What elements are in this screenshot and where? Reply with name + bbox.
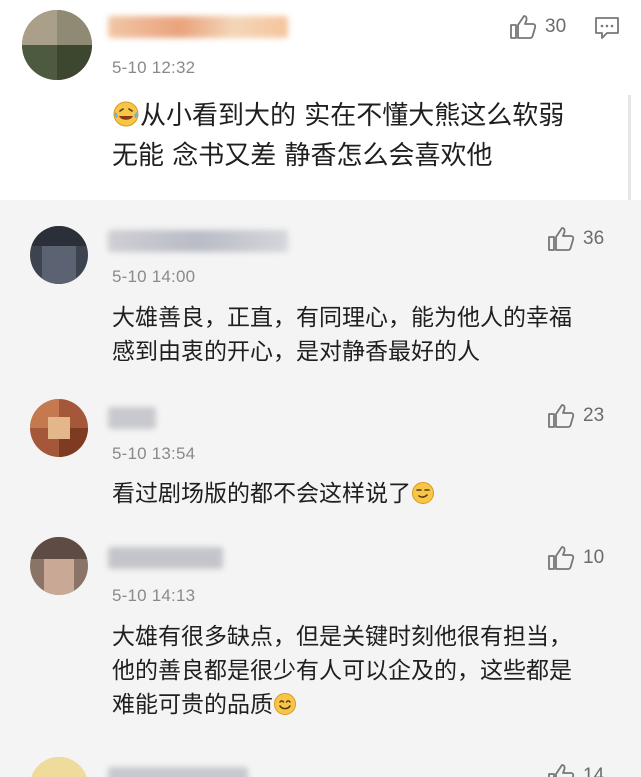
like-button[interactable]: 36 — [547, 226, 604, 252]
avatar[interactable] — [22, 10, 92, 80]
reply-item: 5-10 14:13 10 大雄有很多缺点，但是关键时刻他很有担当， 他的善良都… — [0, 525, 641, 740]
reply-line: 大雄有很多缺点，但是关键时刻他很有担当， — [112, 624, 572, 650]
comment-text: 从小看到大的 实在不懂大熊这么软弱 无能 念书又差 静香怎么会喜欢他 — [112, 96, 617, 176]
laughing-tears-icon — [113, 101, 139, 127]
reply-timestamp: 5-10 14:00 — [112, 267, 196, 286]
comment-line-2: 无能 念书又差 静香怎么会喜欢他 — [112, 141, 493, 171]
thumbs-up-icon — [548, 404, 575, 428]
comment-timestamp: 5-10 12:32 — [112, 58, 196, 77]
reply-timestamp: 5-10 13:54 — [112, 444, 196, 463]
reply-text: 看过剧场版的都不会这样说了 — [112, 477, 622, 511]
smile-icon — [274, 693, 296, 715]
smirk-icon — [412, 482, 434, 504]
like-count: 30 — [545, 16, 567, 37]
username-blurred[interactable] — [108, 230, 288, 252]
like-count: 14 — [583, 765, 605, 777]
reply-item: 14 — [0, 743, 641, 777]
avatar[interactable] — [30, 537, 88, 595]
reply-text: 大雄有很多缺点，但是关键时刻他很有担当， 他的善良都是很少有人可以企及的，这些都… — [112, 620, 622, 722]
like-button[interactable]: 30 — [509, 14, 566, 40]
reply-line: 感到由衷的开心，是对静香最好的人 — [112, 339, 480, 365]
reply-line-last: 难能可贵的品质 — [112, 688, 622, 722]
avatar[interactable] — [30, 226, 88, 284]
reply-line: 看过剧场版的都不会这样说了 — [112, 481, 411, 507]
like-count: 10 — [583, 547, 605, 568]
reply-text: 大雄善良，正直，有同理心，能为他人的幸福 感到由衷的开心，是对静香最好的人 — [112, 301, 622, 369]
avatar[interactable] — [30, 399, 88, 457]
like-button[interactable]: 23 — [547, 403, 604, 429]
username-blurred[interactable] — [108, 547, 223, 569]
main-comment: 5-10 12:32 30 从小看到大的 实在不懂大熊这么软弱 无能 念书又差 … — [0, 0, 641, 345]
username-blurred[interactable] — [108, 767, 248, 777]
thumbs-up-icon — [548, 764, 575, 777]
thumbs-up-icon — [510, 15, 537, 39]
username-blurred[interactable] — [108, 16, 288, 38]
comment-line: 从小看到大的 实在不懂大熊这么软弱 — [112, 96, 617, 136]
reply-button[interactable] — [594, 16, 620, 44]
like-count: 36 — [583, 228, 605, 249]
comment-line-1: 从小看到大的 实在不懂大熊这么软弱 — [140, 101, 565, 131]
reply-line: 大雄善良，正直，有同理心，能为他人的幸福 — [112, 305, 572, 331]
like-button[interactable]: 14 — [547, 763, 604, 777]
thumbs-up-icon — [548, 546, 575, 570]
username-blurred[interactable] — [108, 407, 156, 429]
avatar[interactable] — [30, 757, 88, 777]
reply-line: 难能可贵的品质 — [112, 692, 273, 718]
reply-line: 他的善良都是很少有人可以企及的，这些都是 — [112, 658, 572, 684]
reply-list: 5-10 14:00 36 大雄善良，正直，有同理心，能为他人的幸福 感到由衷的… — [0, 200, 641, 777]
reply-timestamp: 5-10 14:13 — [112, 586, 196, 605]
reply-item: 5-10 14:00 36 大雄善良，正直，有同理心，能为他人的幸福 感到由衷的… — [0, 214, 641, 384]
thumbs-up-icon — [548, 227, 575, 251]
like-button[interactable]: 10 — [547, 545, 604, 571]
like-count: 23 — [583, 405, 605, 426]
reply-item: 5-10 13:54 23 看过剧场版的都不会这样说了 — [0, 385, 641, 515]
comment-icon — [595, 17, 619, 39]
